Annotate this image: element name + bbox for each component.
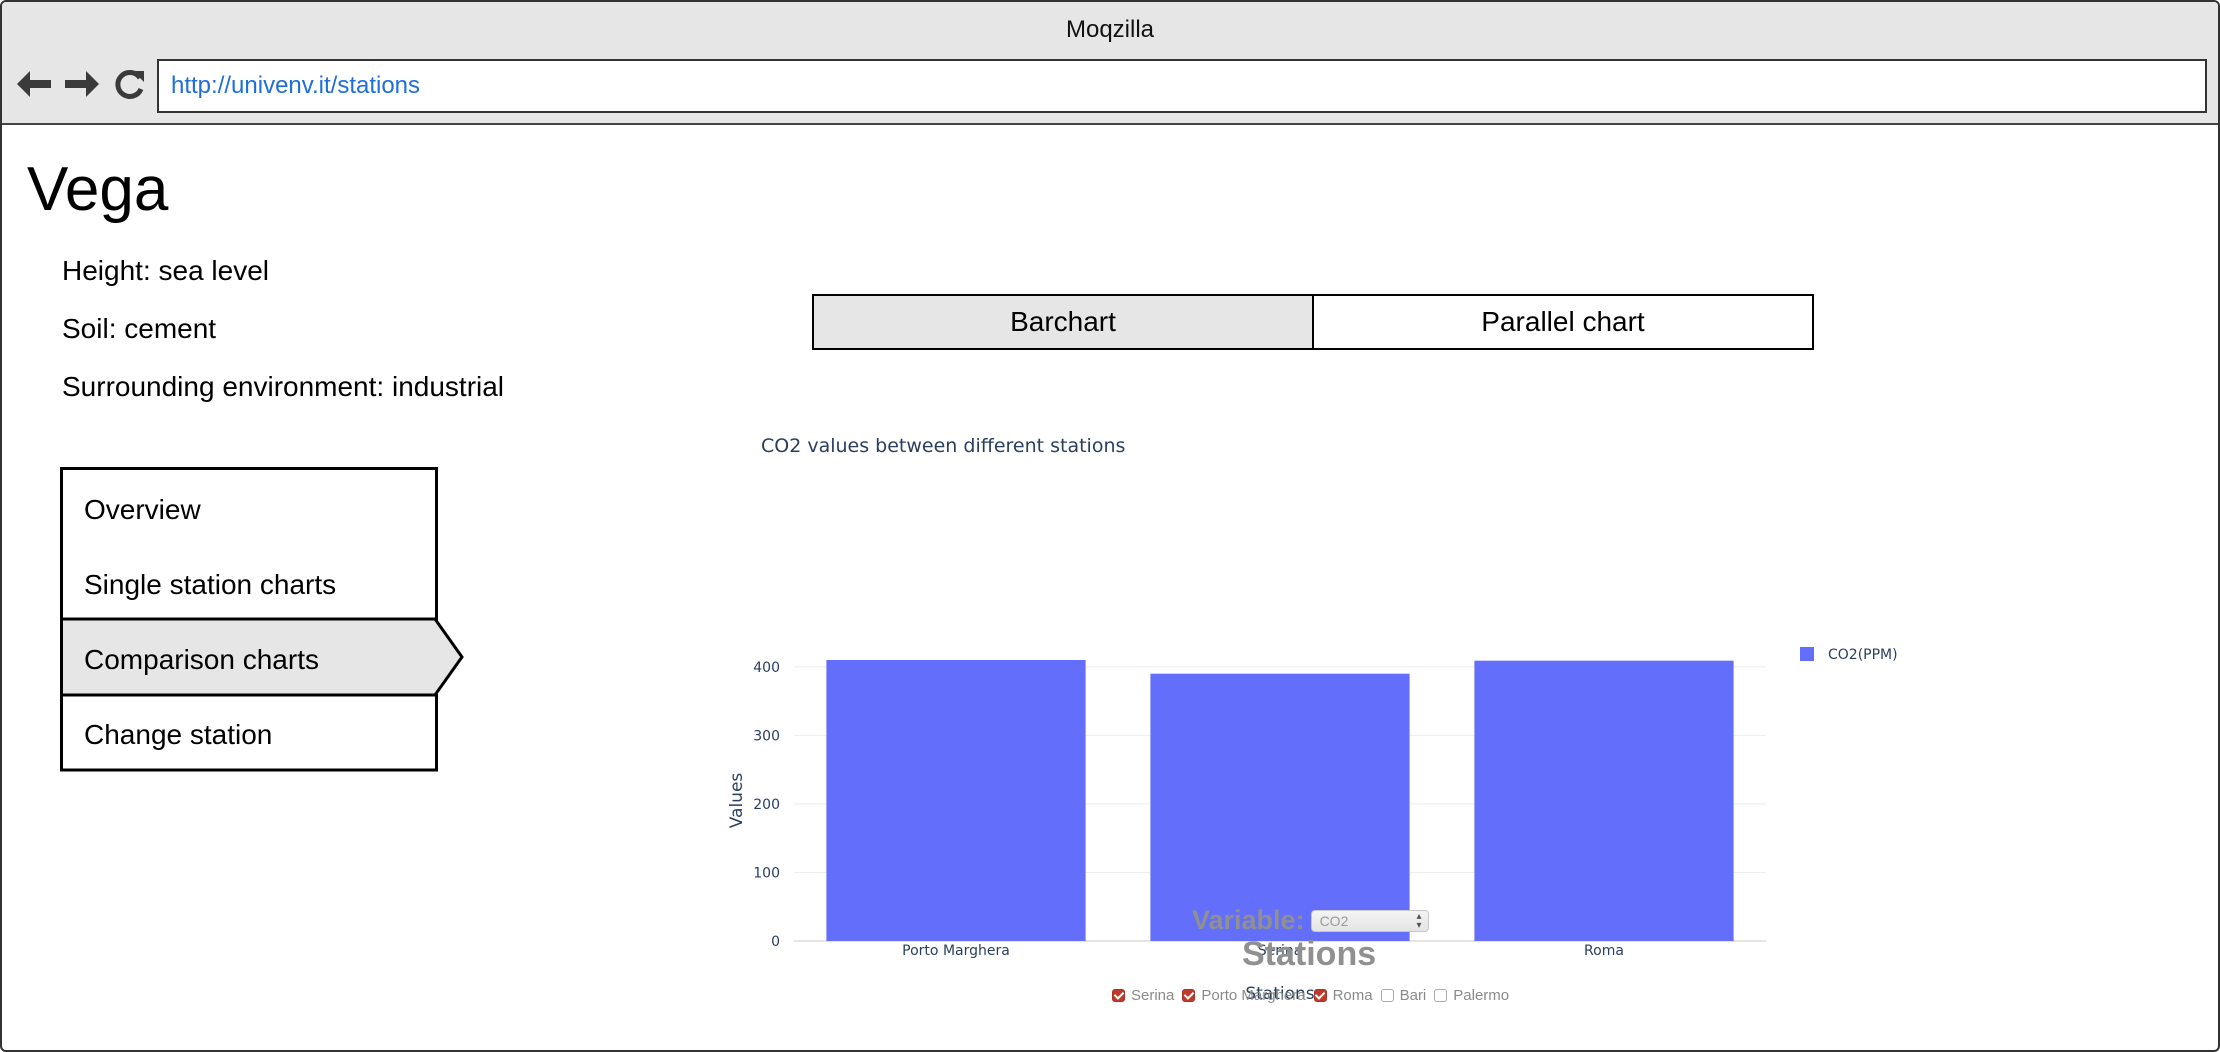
- x-tick-label: Porto Marghera: [902, 943, 1010, 959]
- reload-button[interactable]: [110, 64, 150, 104]
- bar: [826, 660, 1086, 941]
- station-environment: Surrounding environment: industrial: [62, 371, 505, 402]
- station-height: Height: sea level: [62, 255, 270, 286]
- legend-swatch: [1800, 647, 1814, 661]
- variable-selector: Variable: CO2 ▴ ▾: [1192, 905, 1429, 936]
- forward-button[interactable]: [62, 64, 102, 104]
- tab-barchart[interactable]: Barchart: [814, 296, 1314, 348]
- address-bar[interactable]: http://univenv.it/stations: [157, 59, 2207, 113]
- station-checkbox-label: Porto Marghera: [1201, 987, 1306, 1004]
- select-arrows-icon: ▴ ▾: [1416, 910, 1422, 931]
- station-checkbox[interactable]: [1380, 989, 1394, 1002]
- menu-item-comparison-charts[interactable]: Comparison charts: [84, 644, 319, 676]
- window-title: Moqzilla: [1065, 16, 1155, 43]
- arrow-left-icon: [17, 71, 51, 97]
- station-checkbox-label: Roma: [1332, 987, 1373, 1004]
- menu-item-change-station[interactable]: Change station: [84, 719, 272, 751]
- y-tick-label: 100: [753, 865, 780, 881]
- bar: [1474, 660, 1734, 941]
- station-checkbox[interactable]: [1182, 989, 1196, 1002]
- station-checkbox-label: Palermo: [1453, 987, 1510, 1004]
- stations-heading: Stations: [1242, 935, 1377, 973]
- station-title: Vega: [27, 155, 169, 224]
- y-tick-label: 400: [753, 660, 780, 676]
- back-button[interactable]: [14, 64, 54, 104]
- bar: [1150, 673, 1410, 941]
- side-menu: Overview Single station charts Compariso…: [60, 467, 464, 772]
- chart-type-toggle: Barchart Parallel chart: [812, 294, 1814, 350]
- station-checkbox[interactable]: [1112, 989, 1125, 1002]
- station-checkbox-label: Serina: [1131, 987, 1175, 1004]
- tab-parallel-chart[interactable]: Parallel chart: [1314, 296, 1812, 348]
- y-tick-label: 200: [753, 797, 780, 813]
- arrow-right-icon: [65, 71, 99, 97]
- reload-icon: [115, 70, 144, 99]
- station-checkbox-label: Bari: [1399, 987, 1427, 1004]
- page-content: Vega Height: sea level Soil: cement Surr…: [2, 127, 2218, 1050]
- menu-item-overview[interactable]: Overview: [84, 494, 201, 526]
- station-soil: Soil: cement: [62, 313, 217, 344]
- variable-select[interactable]: CO2 ▴ ▾: [1310, 909, 1429, 932]
- y-tick-label: 300: [753, 728, 780, 744]
- y-tick-label: 0: [771, 934, 780, 950]
- y-axis-title: Values: [727, 773, 747, 829]
- x-tick-label: Roma: [1584, 943, 1624, 959]
- legend-label: CO2(PPM): [1828, 647, 1898, 663]
- browser-window: Moqzilla http://univenv.it/stations Vega…: [0, 0, 2220, 1052]
- station-checkbox[interactable]: [1313, 989, 1327, 1002]
- variable-label: Variable:: [1192, 905, 1305, 935]
- station-checkboxes: Serina Porto Marghera Roma Bari Palermo: [1112, 987, 1517, 1004]
- browser-chrome: Moqzilla http://univenv.it/stations: [2, 2, 2218, 125]
- menu-item-single-station-charts[interactable]: Single station charts: [84, 569, 336, 601]
- station-checkbox[interactable]: [1434, 989, 1448, 1002]
- variable-select-value: CO2: [1319, 912, 1349, 929]
